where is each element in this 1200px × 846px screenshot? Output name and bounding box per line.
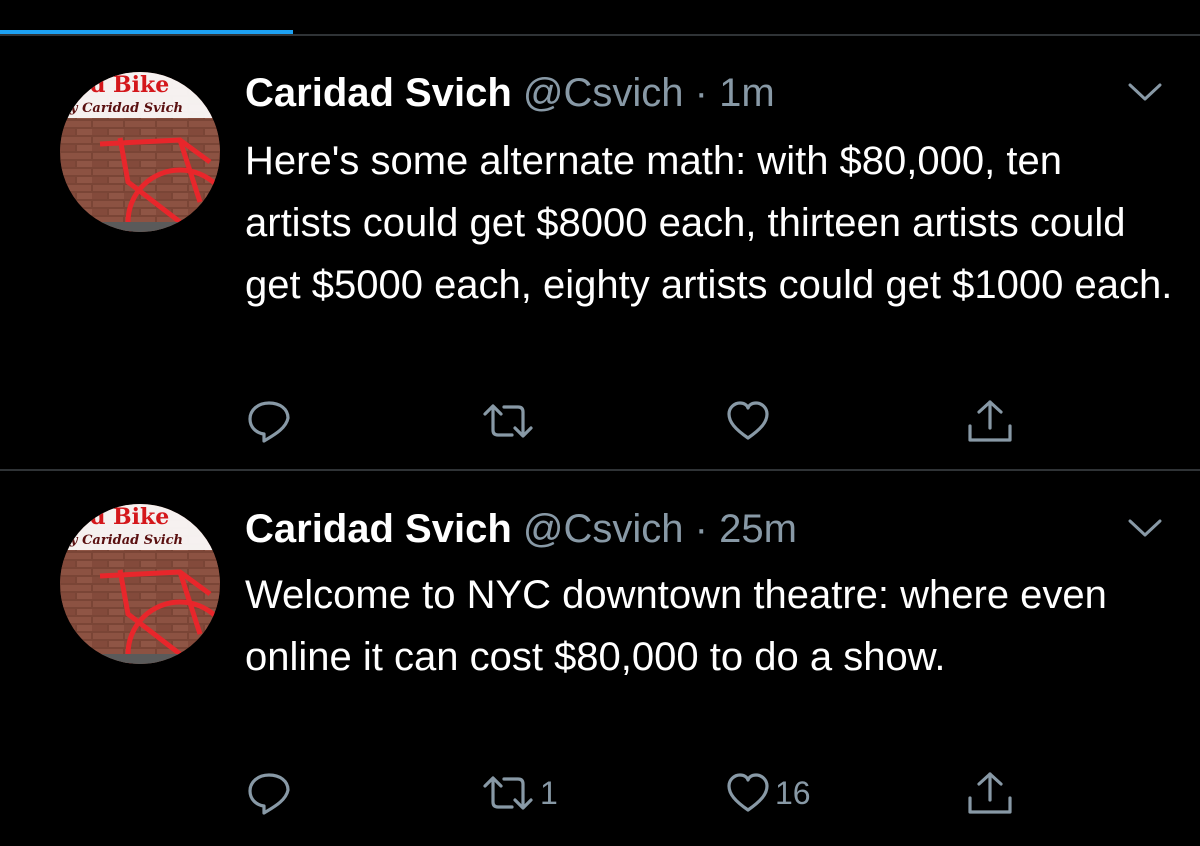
tweet-header: Caridad Svich @Csvich · 1m: [245, 68, 775, 118]
timestamp[interactable]: 25m: [719, 507, 797, 551]
tweet-text: Welcome to NYC downtown theatre: where e…: [245, 573, 1107, 679]
chevron-down-icon[interactable]: [1128, 82, 1162, 102]
share-icon: [962, 770, 1018, 816]
avatar[interactable]: d Bike y Caridad Svich: [60, 504, 220, 664]
like-count: 16: [775, 775, 811, 811]
avatar[interactable]: d Bike y Caridad Svich: [60, 72, 220, 232]
separator-dot: ·: [694, 507, 708, 551]
tweet[interactable]: d Bike y Caridad Svich Caridad Svich @Cs…: [0, 472, 1200, 846]
retweet-count: 1: [540, 775, 558, 811]
user-handle[interactable]: @Csvich: [523, 71, 684, 115]
reply-button[interactable]: [246, 396, 292, 446]
like-button[interactable]: [725, 396, 775, 446]
share-button[interactable]: [962, 396, 1018, 446]
avatar-title: d Bike: [90, 72, 169, 98]
tweet-header: Caridad Svich @Csvich · 25m: [245, 504, 797, 554]
separator-dot: ·: [694, 71, 708, 115]
retweet-button[interactable]: 1: [480, 768, 558, 818]
reply-button[interactable]: [246, 768, 292, 818]
display-name[interactable]: Caridad Svich: [245, 507, 512, 551]
user-handle[interactable]: @Csvich: [523, 507, 684, 551]
reply-icon: [246, 770, 292, 816]
avatar-title: d Bike: [90, 504, 169, 530]
retweet-icon: [480, 770, 536, 816]
heart-icon: [725, 770, 771, 816]
chevron-down-icon[interactable]: [1128, 518, 1162, 538]
share-button[interactable]: [962, 768, 1018, 818]
tweet-actions: 1 16: [0, 768, 1200, 818]
display-name[interactable]: Caridad Svich: [245, 71, 512, 115]
share-icon: [962, 398, 1018, 444]
tweet-text: Here's some alternate math: with $80,000…: [245, 139, 1173, 307]
retweet-icon: [480, 398, 536, 444]
tweet[interactable]: d Bike y Caridad Svich Caridad Svich @Cs…: [0, 36, 1200, 470]
tweet-divider: [0, 469, 1200, 471]
timestamp[interactable]: 1m: [719, 71, 775, 115]
avatar-byline: y Caridad Svich: [69, 101, 183, 116]
timeline: d Bike y Caridad Svich Caridad Svich @Cs…: [0, 0, 1200, 846]
heart-icon: [725, 398, 771, 444]
like-button[interactable]: 16: [725, 768, 811, 818]
tweet-actions: [0, 396, 1200, 446]
retweet-button[interactable]: [480, 396, 540, 446]
avatar-byline: y Caridad Svich: [69, 533, 183, 548]
reply-icon: [246, 398, 292, 444]
